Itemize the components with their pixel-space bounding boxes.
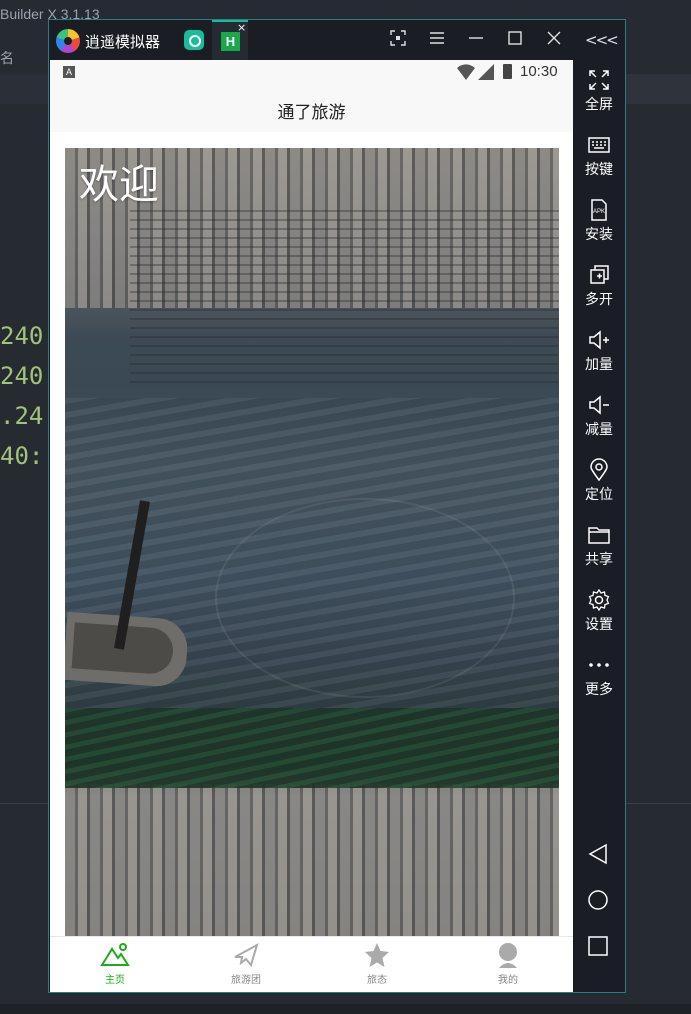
fullscreen-button[interactable]: 全屏 bbox=[573, 62, 625, 122]
more-button[interactable]: 更多 bbox=[573, 647, 625, 707]
keyboard-button[interactable]: 按键 bbox=[573, 127, 625, 187]
more-icon bbox=[589, 663, 609, 667]
volume-down-icon bbox=[589, 395, 609, 415]
notification-icon: A bbox=[63, 66, 75, 78]
ide-code-line: .24 bbox=[0, 402, 44, 430]
tab-home[interactable]: 主页 bbox=[50, 941, 180, 991]
side-label: 定位 bbox=[585, 487, 613, 503]
roof-texture bbox=[65, 784, 559, 938]
emulator-titlebar[interactable]: 逍遥模拟器 H × <<< bbox=[49, 20, 625, 60]
hbuilder-app-icon: H bbox=[221, 32, 240, 51]
user-icon bbox=[499, 943, 517, 968]
apk-install-icon: APK bbox=[591, 199, 607, 221]
minimize-button[interactable] bbox=[466, 30, 486, 50]
location-button[interactable]: 定位 bbox=[573, 452, 625, 512]
emulator-title: 逍遥模拟器 bbox=[85, 33, 161, 51]
app-tab-active[interactable]: H × bbox=[212, 20, 248, 60]
screenshot-icon bbox=[390, 30, 406, 46]
side-label: 按键 bbox=[585, 162, 613, 178]
share-folder-button[interactable]: 共享 bbox=[573, 517, 625, 577]
emulator-logo-icon bbox=[56, 29, 80, 53]
tab-close-icon[interactable]: × bbox=[237, 21, 246, 34]
status-time: 10:30 bbox=[520, 63, 558, 80]
app-navbar: 通了旅游 bbox=[50, 84, 573, 132]
ide-code-line: 40: bbox=[0, 442, 44, 470]
emulator-window: 逍遥模拟器 H × <<< A 10:30 通了旅游 欢迎 主页 旅游团 旅态 … bbox=[48, 19, 626, 993]
menu-button[interactable] bbox=[427, 30, 447, 50]
location-icon bbox=[590, 458, 608, 482]
settings-button[interactable]: 设置 bbox=[573, 582, 625, 642]
wifi-icon bbox=[457, 64, 475, 80]
tab-travel-moments[interactable]: 旅态 bbox=[312, 941, 442, 991]
page-title: 通了旅游 bbox=[277, 103, 346, 123]
side-label: 共享 bbox=[585, 552, 613, 568]
ide-divider bbox=[0, 803, 48, 804]
screenshot-button[interactable] bbox=[388, 30, 408, 50]
volume-up-icon bbox=[589, 330, 609, 350]
signal-icon bbox=[478, 64, 494, 80]
tab-label: 主页 bbox=[105, 975, 125, 986]
star-icon bbox=[365, 943, 389, 967]
battery-icon bbox=[503, 64, 512, 79]
tab-label: 旅游团 bbox=[231, 975, 261, 986]
volume-down-button[interactable]: 减量 bbox=[573, 387, 625, 447]
tab-label: 旅态 bbox=[367, 975, 387, 986]
menu-icon bbox=[430, 32, 444, 44]
ide-tab-strip-right bbox=[626, 74, 691, 104]
ide-status-bar bbox=[0, 1004, 691, 1014]
home-icon[interactable] bbox=[586, 888, 610, 912]
close-button[interactable] bbox=[544, 30, 564, 50]
emulator-toolbar: 全屏 按键 APK 安装 多开 加量 减量 定位 共享 设置 更多 bbox=[573, 60, 625, 992]
tab-label: 我的 bbox=[498, 975, 518, 986]
folder-icon bbox=[588, 527, 610, 544]
tab-tour-group[interactable]: 旅游团 bbox=[181, 941, 311, 991]
recents-icon[interactable] bbox=[586, 934, 610, 958]
side-label: 全屏 bbox=[585, 97, 613, 113]
multi-instance-button[interactable]: 多开 bbox=[573, 257, 625, 317]
ide-divider bbox=[626, 803, 691, 804]
side-label: 更多 bbox=[585, 682, 613, 698]
phone-screen: A 10:30 通了旅游 欢迎 主页 旅游团 旅态 我的 bbox=[50, 60, 573, 992]
status-bar: A 10:30 bbox=[50, 60, 573, 84]
plane-icon bbox=[234, 942, 259, 968]
maximize-button[interactable] bbox=[505, 30, 525, 50]
roof-shadow bbox=[130, 203, 559, 383]
algae-texture bbox=[65, 708, 559, 788]
welcome-text: 欢迎 bbox=[79, 162, 159, 208]
tab-profile[interactable]: 我的 bbox=[443, 941, 573, 991]
app-tab-icon[interactable] bbox=[184, 30, 204, 50]
side-label: 安装 bbox=[585, 227, 613, 243]
close-icon bbox=[547, 31, 561, 45]
volume-up-button[interactable]: 加量 bbox=[573, 322, 625, 382]
side-label: 多开 bbox=[585, 292, 613, 308]
back-icon[interactable] bbox=[586, 842, 610, 866]
multi-instance-icon bbox=[590, 265, 609, 284]
apk-install-button[interactable]: APK 安装 bbox=[573, 192, 625, 252]
mountain-icon bbox=[100, 943, 130, 966]
bottom-tab-bar: 主页 旅游团 旅态 我的 bbox=[50, 936, 573, 992]
hero-image[interactable]: 欢迎 bbox=[65, 148, 559, 938]
side-label: 加量 bbox=[585, 357, 613, 373]
svg-text:APK: APK bbox=[593, 209, 605, 215]
ide-code-line: 240 bbox=[0, 322, 44, 350]
ide-code-line: 240 bbox=[0, 362, 44, 390]
fullscreen-icon bbox=[589, 70, 609, 90]
side-label: 设置 bbox=[585, 617, 613, 633]
minimize-icon bbox=[469, 37, 483, 39]
water-wake bbox=[215, 498, 515, 698]
collapse-sidebar-button[interactable]: <<< bbox=[585, 30, 619, 50]
ide-name-label: 名 bbox=[0, 50, 14, 66]
maximize-icon bbox=[508, 31, 522, 45]
gear-icon bbox=[588, 588, 610, 612]
side-label: 减量 bbox=[585, 422, 613, 438]
keyboard-icon bbox=[588, 137, 610, 153]
